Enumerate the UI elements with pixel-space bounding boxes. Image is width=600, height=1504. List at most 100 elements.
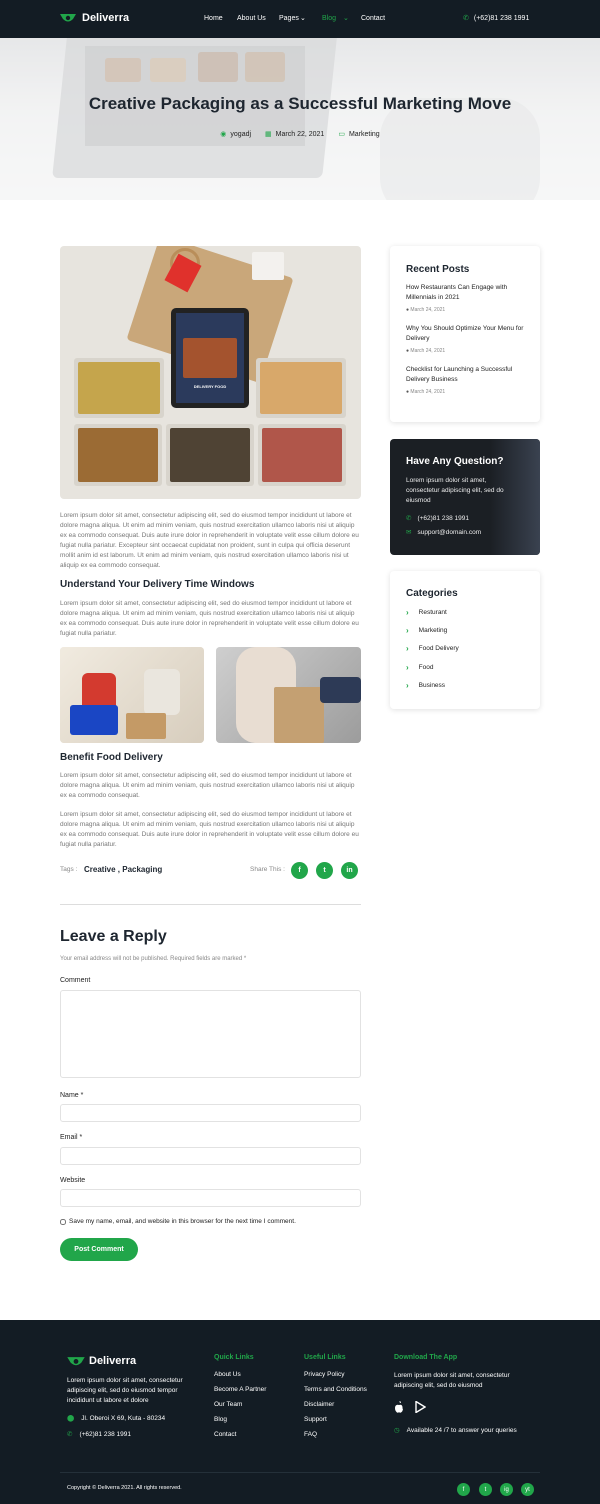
recent-post-date: ● March 24, 2021	[406, 348, 445, 354]
brand-logo[interactable]: Deliverra	[60, 12, 129, 24]
hero-overlay	[0, 38, 600, 200]
youtube-icon: yt	[525, 1486, 530, 1493]
category-item[interactable]: › Marketing	[406, 626, 447, 635]
question-phone[interactable]: ✆ (+62)81 238 1991	[406, 514, 469, 524]
category-label: Business	[418, 682, 446, 689]
category-item[interactable]: › Food Delivery	[406, 644, 459, 653]
footer-twitter-button[interactable]: t	[479, 1483, 492, 1496]
name-field[interactable]	[60, 1104, 361, 1122]
question-text: Lorem ipsum dolor sit amet, consectetur …	[406, 477, 504, 504]
header-phone[interactable]: ✆ (+62)81 238 1991	[463, 14, 530, 23]
article-intro: Lorem ipsum dolor sit amet, consectetur …	[60, 512, 359, 569]
footer-link[interactable]: Contact	[214, 1431, 236, 1438]
recent-post-date: ● March 24, 2021	[406, 307, 445, 313]
hero-banner: Creative Packaging as a Successful Marke…	[0, 38, 600, 200]
footer-address: ⬤ Jl. Oberoi X 69, Kuta - 80234	[67, 1414, 165, 1424]
footer-youtube-button[interactable]: yt	[521, 1483, 534, 1496]
chef-figure-shape	[144, 669, 180, 715]
nav-pages[interactable]: Pages	[279, 15, 299, 22]
header-phone-text: (+62)81 238 1991	[473, 14, 530, 22]
recent-post-link[interactable]: How Restaurants Can Engage with Millenni…	[406, 283, 526, 303]
courier-arm-shape	[320, 677, 361, 703]
clock-icon: ●	[406, 389, 410, 395]
footer-link[interactable]: Support	[304, 1416, 327, 1423]
food-tray-contents	[260, 362, 342, 414]
footer-link[interactable]: FAQ	[304, 1431, 317, 1438]
question-title: Have Any Question?	[406, 456, 504, 467]
footer-address-text: Jl. Oberoi X 69, Kuta - 80234	[81, 1415, 166, 1422]
post-category[interactable]: ▭ Marketing	[338, 130, 379, 138]
question-card: Have Any Question? Lorem ipsum dolor sit…	[390, 439, 540, 555]
quick-links-title: Quick Links	[214, 1354, 254, 1361]
website-field[interactable]	[60, 1189, 361, 1207]
site-footer: Deliverra Lorem ipsum dolor sit amet, co…	[0, 1320, 600, 1504]
email-field[interactable]	[60, 1147, 361, 1165]
article-photo-handoff	[216, 647, 361, 743]
footer-divider	[60, 1472, 540, 1473]
reply-note: Your email address will not be published…	[60, 956, 247, 962]
apple-store-icon[interactable]	[394, 1400, 404, 1413]
footer-brand-logo[interactable]: Deliverra	[67, 1355, 136, 1367]
recent-post-link[interactable]: Why You Should Optimize Your Menu for De…	[406, 324, 526, 344]
category-item[interactable]: › Food	[406, 663, 434, 672]
category-item[interactable]: › Resturant	[406, 608, 447, 617]
post-comment-button[interactable]: Post Comment	[60, 1238, 138, 1261]
nav-home[interactable]: Home	[204, 15, 223, 22]
post-author[interactable]: ◉ yogadj	[220, 130, 251, 138]
folder-icon: ▭	[338, 131, 345, 138]
footer-link[interactable]: Privacy Policy	[304, 1371, 344, 1378]
delivery-box-shape	[70, 705, 118, 735]
chevron-right-icon: ›	[406, 626, 409, 635]
article-paragraph: Lorem ipsum dolor sit amet, consectetur …	[60, 772, 355, 799]
section-heading: Understand Your Delivery Time Windows	[60, 579, 255, 590]
useful-links-title: Useful Links	[304, 1354, 346, 1361]
reply-title: Leave a Reply	[60, 928, 167, 945]
linkedin-icon: in	[346, 867, 353, 874]
article-main-image: DELIVERY FOOD	[60, 246, 361, 499]
save-info-checkbox[interactable]	[60, 1218, 66, 1225]
tablet-label: DELIVERY FOOD	[193, 384, 227, 389]
category-label: Food Delivery	[418, 645, 459, 652]
tablet-food-image	[183, 338, 237, 378]
website-label: Website	[60, 1177, 86, 1184]
comment-textarea[interactable]	[60, 990, 361, 1078]
post-date-text: March 22, 2021	[275, 131, 325, 138]
play-store-icon[interactable]	[415, 1400, 427, 1414]
linkedin-share-button[interactable]: in	[341, 862, 358, 879]
category-item[interactable]: › Business	[406, 681, 445, 690]
tags-list[interactable]: Creative , Packaging	[84, 865, 162, 874]
user-icon: ◉	[220, 131, 227, 138]
nav-contact[interactable]: Contact	[361, 15, 385, 22]
footer-link[interactable]: Become A Partner	[214, 1386, 266, 1393]
twitter-share-button[interactable]: t	[316, 862, 333, 879]
food-tray-contents	[170, 428, 250, 482]
question-email[interactable]: ✉ support@domain.com	[406, 528, 481, 538]
footer-phone[interactable]: ✆ (+62)81 238 1991	[67, 1430, 131, 1440]
footer-link[interactable]: Terms and Conditions	[304, 1386, 367, 1393]
share-label: Share This :	[250, 866, 285, 873]
recent-post-date-text: March 24, 2021	[410, 389, 446, 395]
footer-link[interactable]: About Us	[214, 1371, 241, 1378]
facebook-share-button[interactable]: f	[291, 862, 308, 879]
categories-title: Categories	[406, 588, 458, 599]
footer-facebook-button[interactable]: f	[457, 1483, 470, 1496]
recent-posts-card: Recent Posts How Restaurants Can Engage …	[390, 246, 540, 422]
post-date: ▦ March 22, 2021	[265, 130, 324, 138]
comment-label: Comment	[60, 977, 91, 984]
chevron-down-icon: ⌄	[343, 15, 349, 22]
category-label: Marketing	[418, 627, 448, 634]
instagram-icon: ig	[504, 1486, 509, 1493]
divider	[60, 904, 361, 905]
footer-link[interactable]: Blog	[214, 1416, 227, 1423]
footer-instagram-button[interactable]: ig	[500, 1483, 513, 1496]
footer-link[interactable]: Our Team	[214, 1401, 242, 1408]
recent-post-link[interactable]: Checklist for Launching a Successful Del…	[406, 365, 526, 385]
recent-posts-title: Recent Posts	[406, 264, 470, 275]
copyright: Copyright © Deliverra 2021. All rights r…	[67, 1485, 182, 1491]
chevron-right-icon: ›	[406, 663, 409, 672]
nav-blog[interactable]: Blog	[322, 15, 336, 22]
nav-about[interactable]: About Us	[237, 15, 266, 22]
chevron-down-icon: ⌄	[300, 15, 306, 22]
footer-link[interactable]: Disclaimer	[304, 1401, 334, 1408]
save-info-row: Save my name, email, and website in this…	[60, 1218, 296, 1225]
